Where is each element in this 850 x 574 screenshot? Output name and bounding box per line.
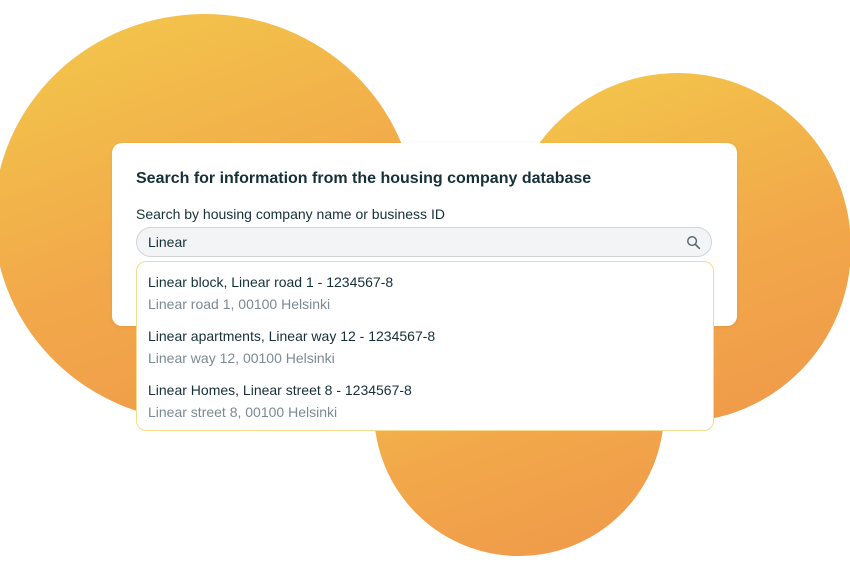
search-input[interactable] (148, 228, 668, 256)
search-result-option[interactable]: Linear apartments, Linear way 12 - 12345… (148, 328, 698, 376)
result-address: Linear road 1, 00100 Helsinki (148, 296, 331, 312)
result-address: Linear street 8, 00100 Helsinki (148, 404, 338, 420)
result-title: Linear block, Linear road 1 - 1234567-8 (148, 274, 394, 290)
result-title: Linear Homes, Linear street 8 - 1234567-… (148, 382, 412, 398)
result-title: Linear apartments, Linear way 12 - 12345… (148, 328, 436, 344)
search-icon[interactable] (686, 235, 701, 250)
search-result-option[interactable]: Linear Homes, Linear street 8 - 1234567-… (148, 382, 698, 430)
search-label: Search by housing company name or busine… (136, 206, 445, 222)
search-results-dropdown: Linear block, Linear road 1 - 1234567-8 … (136, 261, 714, 431)
search-box[interactable] (136, 227, 712, 257)
card-title: Search for information from the housing … (136, 170, 592, 187)
result-address: Linear way 12, 00100 Helsinki (148, 350, 335, 366)
search-result-option[interactable]: Linear block, Linear road 1 - 1234567-8 … (148, 274, 698, 322)
